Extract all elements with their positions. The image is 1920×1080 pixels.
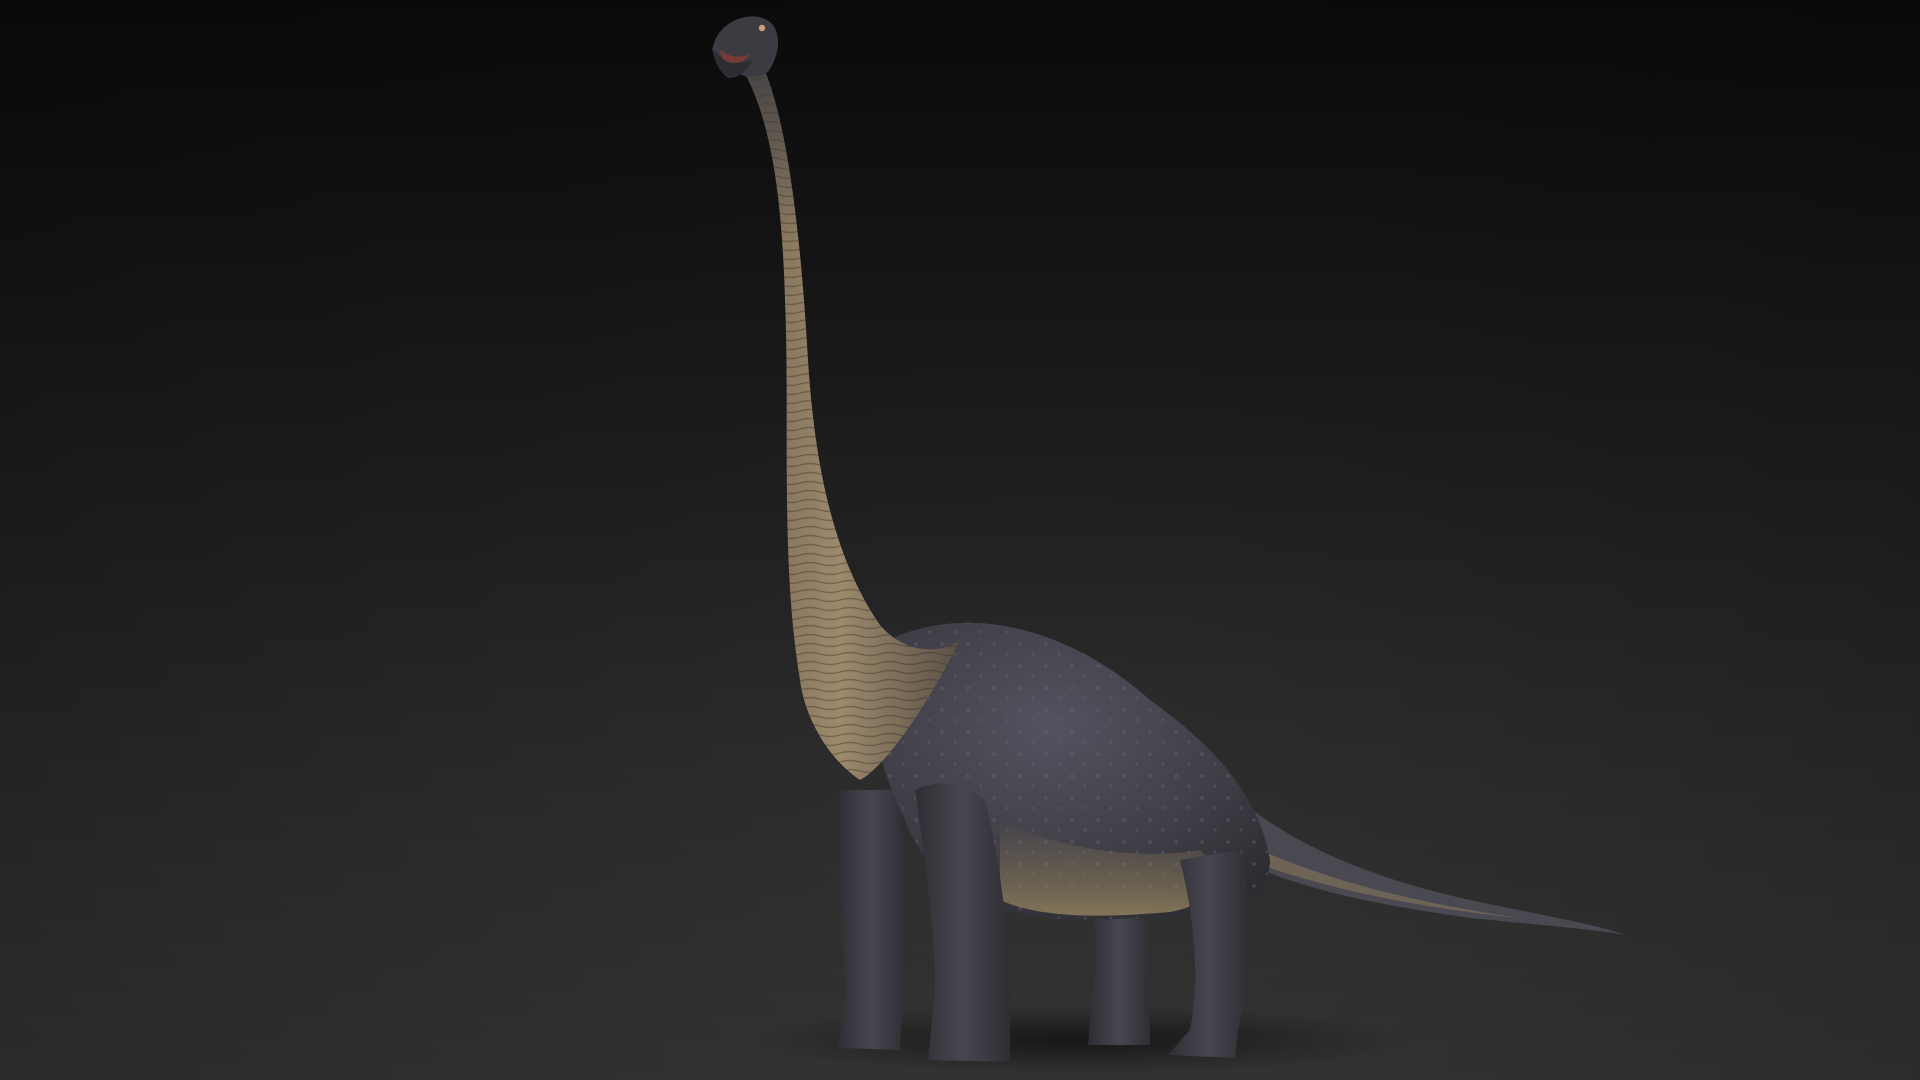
dinosaur-eye xyxy=(758,24,766,32)
render-viewport xyxy=(0,0,1920,1080)
scene-svg xyxy=(0,0,1920,1080)
dinosaur-front-leg-far xyxy=(838,790,906,1050)
